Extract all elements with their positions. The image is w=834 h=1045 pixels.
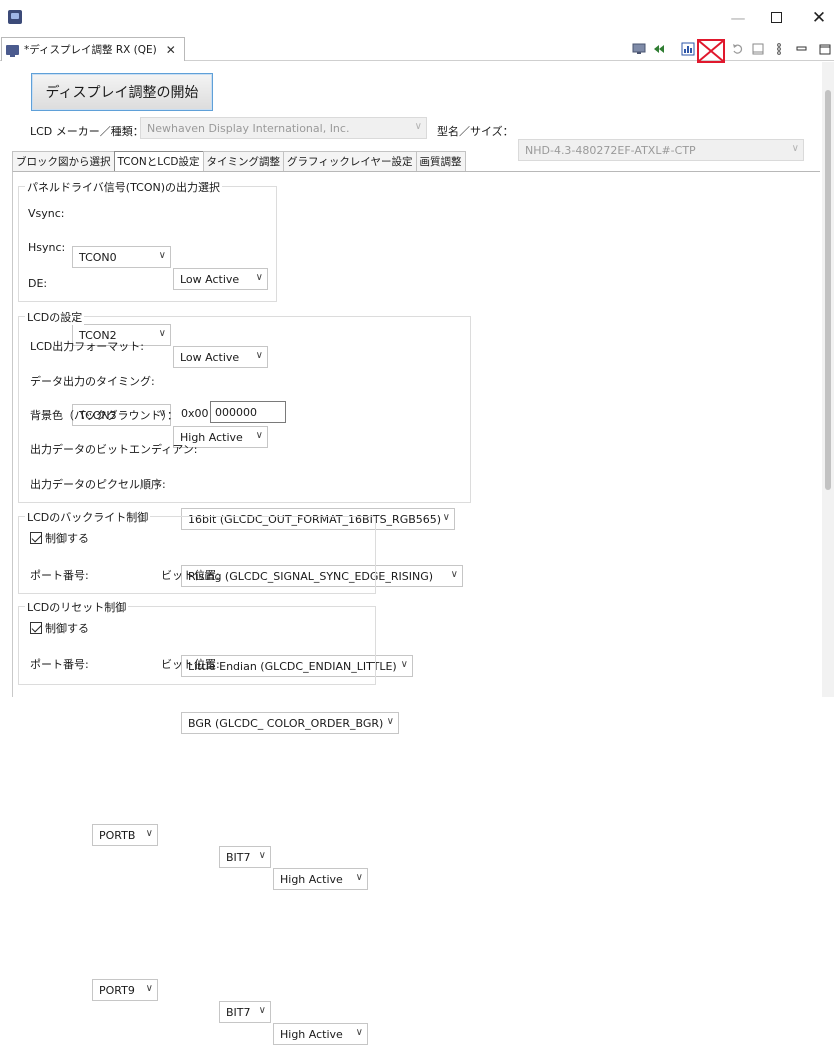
vsync-polarity-value: Low Active [180,272,240,286]
minimize-button[interactable]: — [723,6,753,30]
minimize-view-icon[interactable] [795,42,809,56]
chevron-down-icon: ∨ [414,121,422,132]
maximize-view-icon[interactable] [818,42,832,56]
app-icon [8,10,22,24]
chevron-down-icon: ∨ [258,850,266,861]
tab-block-diagram[interactable]: ブロック図から選択 [12,151,115,171]
start-display-adjust-button[interactable]: ディスプレイ調整の開始 [31,73,213,111]
output-format-label: LCD出力フォーマット: [30,340,144,353]
backlight-port-value: PORTB [99,828,136,842]
backlight-port-select[interactable]: PORTB ∨ [92,824,158,846]
hsync-label: Hsync: [28,241,66,254]
chevron-down-icon: ∨ [355,1027,363,1038]
reset-bit-label: ビット位置: [161,658,220,671]
vsync-label: Vsync: [28,207,65,220]
backlight-port-label: ポート番号: [30,569,89,582]
backlight-bit-label: ビット位置: [161,569,220,582]
rewind-icon[interactable] [652,42,666,56]
reset-checkbox-label: 制御する [45,622,89,635]
disconnect-icon[interactable] [697,39,725,63]
maximize-icon [770,12,782,23]
tab-image-quality[interactable]: 画質調整 [415,151,466,171]
reset-port-value: PORT9 [99,983,135,997]
chart-icon[interactable] [681,42,695,56]
tab-tcon-lcd[interactable]: TCONとLCD設定 [113,151,204,171]
editor-tab-title: *ディスプレイ調整 RX (QE) [24,44,157,56]
editor-tab[interactable]: *ディスプレイ調整 RX (QE) ✕ [1,37,185,61]
backlight-group-title: LCDのバックライト制御 [25,509,151,525]
scrollbar-thumb[interactable] [825,90,831,490]
reset-group: LCDのリセット制御 [18,599,376,685]
vsync-tcon-select[interactable]: TCON0 ∨ [72,246,171,268]
window-icon[interactable] [751,42,765,56]
monitor-icon[interactable] [632,42,646,56]
chevron-down-icon: ∨ [791,143,799,154]
chevron-down-icon: ∨ [386,716,394,727]
backlight-polarity-select[interactable]: High Active ∨ [273,868,368,890]
tcon-group-title: パネルドライバ信号(TCON)の出力選択 [25,179,223,195]
backlight-polarity-value: High Active [280,872,343,886]
de-label: DE: [28,277,48,290]
monitor-icon [6,44,19,57]
vsync-tcon-value: TCON0 [79,250,117,264]
reset-bit-select[interactable]: BIT7 ∨ [219,1001,271,1023]
chevron-down-icon: ∨ [258,1005,266,1016]
pixel-order-select[interactable]: BGR (GLCDC_ COLOR_ORDER_BGR) ∨ [181,712,399,734]
backlight-bit-select[interactable]: BIT7 ∨ [219,846,271,868]
backlight-bit-value: BIT7 [226,850,251,864]
vsync-polarity-select[interactable]: Low Active ∨ [173,268,268,290]
chevron-down-icon: ∨ [255,272,263,283]
maximize-button[interactable] [761,6,791,30]
background-color-label: 背景色（バックグラウンド）： [30,409,179,422]
lcd-maker-value: Newhaven Display International, Inc. [147,121,350,135]
chevron-down-icon: ∨ [145,983,153,994]
lcd-maker-label: LCD メーカー／種類： [30,125,144,138]
model-label: 型名／サイズ： [437,125,514,138]
tab-close-icon[interactable]: ✕ [166,43,176,57]
model-value: NHD-4.3-480272EF-ATXL#-CTP [525,143,696,157]
bit-endian-label: 出力データのビットエンディアン: [30,443,198,456]
reset-polarity-value: High Active [280,1027,343,1041]
chevron-down-icon: ∨ [158,250,166,261]
background-color-prefix: 0x00 [181,407,209,420]
reset-port-label: ポート番号: [30,658,89,671]
tab-timing[interactable]: タイミング調整 [202,151,285,171]
pixel-order-label: 出力データのピクセル順序: [30,478,166,491]
vertical-dots-icon[interactable] [772,42,786,56]
output-timing-label: データ出力のタイミング: [30,375,155,388]
settings-tabs: ブロック図から選択 TCONとLCD設定 タイミング調整 グラフィックレイヤー設… [12,151,466,171]
window-titlebar: — ✕ [0,0,834,36]
reset-group-title: LCDのリセット制御 [25,599,129,615]
reset-port-select[interactable]: PORT9 ∨ [92,979,158,1001]
refresh-icon[interactable] [731,42,745,56]
chevron-down-icon: ∨ [355,872,363,883]
reset-checkbox[interactable]: 制御する [30,620,89,636]
background-color-input[interactable]: 000000 [210,401,286,423]
chevron-down-icon: ∨ [450,569,458,580]
backlight-checkbox[interactable]: 制御する [30,530,89,546]
checkbox-checked-icon [30,532,42,544]
pixel-order-value: BGR (GLCDC_ COLOR_ORDER_BGR) [188,716,384,730]
lcd-maker-select[interactable]: Newhaven Display International, Inc. ∨ [140,117,427,139]
checkbox-checked-icon [30,622,42,634]
backlight-checkbox-label: 制御する [45,532,89,545]
close-window-button[interactable]: ✕ [804,6,834,30]
reset-bit-value: BIT7 [226,1005,251,1019]
chevron-down-icon: ∨ [442,512,450,523]
reset-polarity-select[interactable]: High Active ∨ [273,1023,368,1045]
tab-graphic-layer[interactable]: グラフィックレイヤー設定 [283,151,417,171]
model-select[interactable]: NHD-4.3-480272EF-ATXL#-CTP ∨ [518,139,804,161]
chevron-down-icon: ∨ [145,828,153,839]
chevron-down-icon: ∨ [400,659,408,670]
lcd-settings-title: LCDの設定 [25,309,85,325]
